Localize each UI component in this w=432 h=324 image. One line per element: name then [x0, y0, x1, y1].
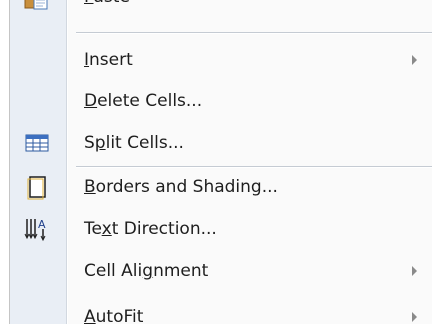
menu-item-label: AutoFit [84, 307, 144, 324]
menu-item-borders-and-shading[interactable]: Borders and Shading... [10, 168, 432, 206]
submenu-arrow-icon [412, 266, 417, 276]
menu-item-delete-cells[interactable]: Delete Cells... [10, 82, 432, 120]
submenu-arrow-icon [412, 55, 417, 65]
menu-item-cell-alignment[interactable]: Cell Alignment [10, 252, 432, 290]
split-cells-icon [24, 130, 50, 156]
menu-item-label: Paste [84, 0, 130, 7]
window-edge [0, 0, 9, 324]
menu-item-label: Text Direction... [84, 219, 217, 239]
menu-item-split-cells[interactable]: Split Cells... [10, 124, 432, 162]
submenu-arrow-icon [412, 312, 417, 322]
borders-shading-icon [24, 174, 50, 200]
menu-item-text-direction[interactable]: A Text Direction... [10, 210, 432, 248]
menu-item-label: Insert [84, 50, 133, 70]
menu-item-paste[interactable]: Paste [10, 0, 432, 16]
menu-item-label: Borders and Shading... [84, 177, 278, 197]
menu-separator [76, 32, 432, 34]
menu-item-label: Cell Alignment [84, 261, 209, 281]
paste-icon [24, 0, 50, 14]
menu-item-label: Split Cells... [84, 133, 184, 153]
menu-item-label: Delete Cells... [84, 91, 203, 111]
menu-item-autofit[interactable]: AutoFit [10, 298, 432, 324]
context-menu: Paste Insert Delete Cells... Split Cells… [9, 0, 432, 324]
menu-item-insert[interactable]: Insert [10, 41, 432, 79]
menu-separator [76, 166, 432, 168]
text-direction-icon: A [24, 216, 50, 242]
svg-text:A: A [38, 218, 46, 231]
